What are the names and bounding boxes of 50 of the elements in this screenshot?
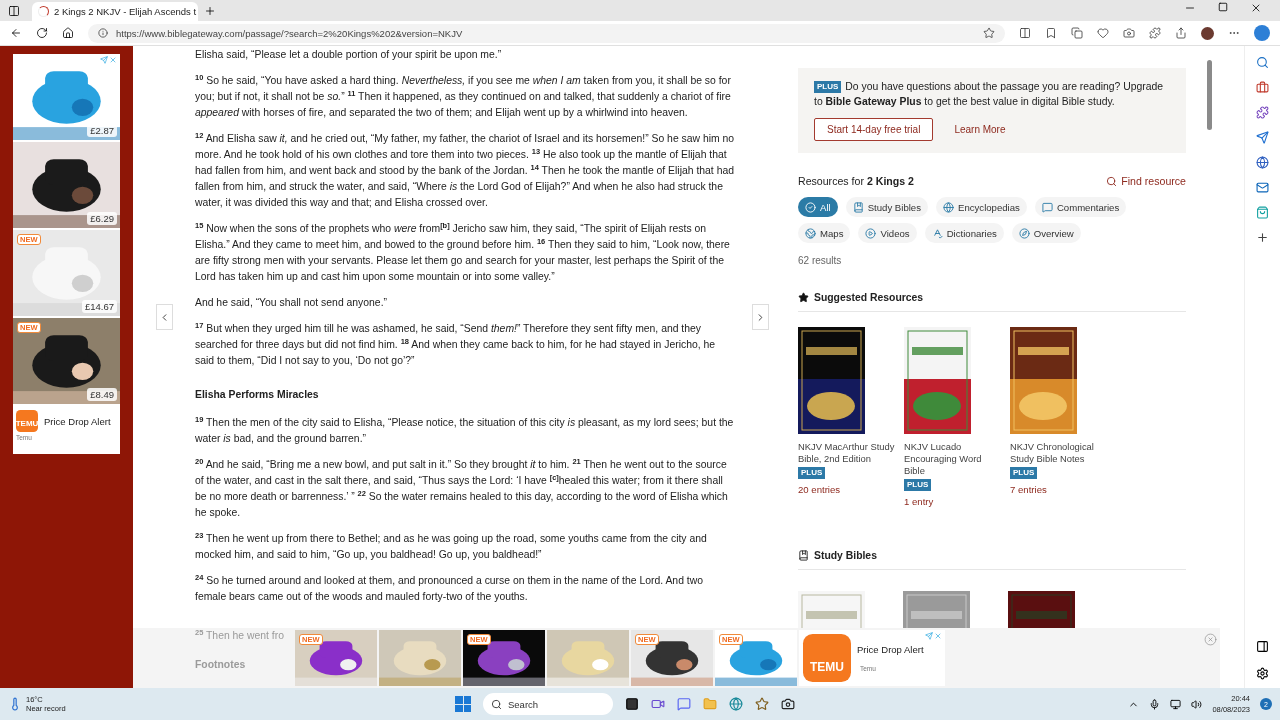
plus-badge: PLUS [798,467,826,479]
browser-tab[interactable]: 2 Kings 2 NKJV - Elijah Ascends t [32,2,198,21]
trial-button[interactable]: Start 14-day free trial [814,118,934,141]
ad-title[interactable]: Price Drop Alert [857,644,924,655]
filter-chip[interactable]: Maps [798,223,851,243]
verse-paragraph: $^{12}$ And Elisha saw it, and he cried out, “My father, my father, the chariot of Israel and its horsemen!” So he saw him no more. And he took hold of his own clothes and tore them into two pieces. $^{13}$ He also took up the mantle of Elijah that had fallen from him, and went back and stood by the bank of the Jordan. $^{14}$ Then he took the mantle of Elijah that had fallen from him, and struck the water, and said, “Where is the Lord God of Elijah?” And when he also had struck the water, it was divided this way and that; and Elisha crossed over. [195,131,735,210]
taskbar-search[interactable]: Search [483,693,613,715]
book-title[interactable]: NKJV MacArthur Study Bible, 2nd Edition [798,441,898,465]
entries-link[interactable]: 20 entries [798,484,866,496]
plus-badge: PLUS [904,479,932,491]
verse-paragraph: $^{23}$ Then he went up from there to Bethel; and as he was going up the road, some youths came from the city and mocked him, and said to him, “Go up, you baldhead! Go up, you baldhead!” [195,531,708,562]
section-title: Study Bibles [814,550,877,561]
results-count: 62 results [798,255,843,266]
filter-chip[interactable]: Dictionaries [924,223,1004,243]
verse-paragraph: $^{20}$ And he said, “Bring me a new bowl, and put salt in it.” So they brought it to him. $^{21}$ Then he went out to the source of the water, and cast in the salt there, and said, “Thus says the Lord: ‘I have $^{[c]}$healed this water; from it there shall be no more death or barrenness.’ ” $^{22}$ So the water remains healed to this day, according to the word of Elisha which he spoke. [195,457,729,520]
verse-paragraph: $^{10}$ So he said, “You have asked a hard thing. Nevertheless, if you see me when I am taken from you, it shall be so for you; but if not, it shall not be so.” $^{11}$ Then it happened, as they continued on and talked, that suddenly a chariot of fire appeared with horses of fire, and separated the two of them; and Elijah went up by a whirlwind into heaven. [195,73,732,120]
price-label: £14.67 [81,300,117,313]
verse-paragraph: Elisha said, “Please let a double portion of your spirit be upon me.” [195,48,503,62]
entries-link[interactable]: 1 entry [904,496,972,508]
filter-chip[interactable]: Study Bibles [845,197,928,217]
section-heading: Elisha Performs Miracles [195,388,320,402]
filter-chip[interactable]: Videos [858,223,917,243]
verse-paragraph: $^{17}$ But when they urged him till he was ashamed, he said, “Send them!” Therefore they sent fifty men, and they searched for three days but did not find him. $^{18}$ And when they came back to him, for he had stayed in Jericho, he said to them, “Did I not say to you, ‘Do not go’?” [195,321,717,368]
resources-title: Resources for 2 Kings 2 [798,175,914,187]
verse-paragraph: And he said, “You shall not send anyone.” [195,296,388,310]
ad-title[interactable]: Price Drop Alert [44,415,111,427]
faded-verse: $^{25}$ Then he went fro [195,630,285,641]
filter-chip[interactable]: Encyclopedias [936,197,1027,217]
filter-chip[interactable]: All [798,197,838,217]
footnotes-heading: Footnotes [195,659,247,670]
brand-logo: TEMU [803,634,851,682]
plus-badge: PLUS [1010,467,1038,479]
price-label: £2.87 [87,124,117,137]
book-title[interactable]: NKJV Chronological Study Bible Notes [1010,441,1110,465]
price-label: £8.49 [87,388,117,401]
learn-more-link[interactable]: Learn More [954,124,1006,135]
url-text: https://www.biblegateway.com/passage/?search=2%20Kings%202&version=NKJV [116,27,463,39]
brand-logo: TEMU [16,410,38,432]
find-resource-link[interactable]: Find resource [1106,175,1186,187]
verse-paragraph: $^{15}$ Now when the sons of the prophets who were from$^{[b]}$ Jericho saw him, they said, “The spirit of Elijah rests on Elisha.” And they came to meet him, and bowed to the ground before him. $^{16}$ Then they said to him, “Look now, there are fifty strong men with your servants. Please let them go and search for your master, lest perhaps the Spirit of the Lord has taken him up and cast him upon some mountain or into some valley.” [195,221,731,284]
filter-chip[interactable]: Overview [1011,223,1081,243]
section-title: Suggested Resources [814,292,924,303]
entries-link[interactable]: 7 entries [1010,484,1078,496]
book-title[interactable]: NKJV Lucado Encouraging Word Bible [904,441,1004,477]
verse-paragraph: $^{19}$ Then the men of the city said to Elisha, “Please notice, the situation of this city is pleasant, as my lord sees; but the water is bad, and the ground barren.” [195,415,735,446]
promo-text: PLUS Do you have questions about the passage you are reading? Upgrade to Bible Gateway Plus to get the best value in digital Bible study. [814,80,1165,109]
filter-chip[interactable]: Commentaries [1034,197,1127,217]
verse-paragraph: $^{24}$ So he turned around and looked at them, and pronounced a curse on them in the name of the Lord. And two female bears came out of the woods and mauled forty-two of the youths. [195,573,704,604]
address-bar[interactable]: https://www.biblegateway.com/passage/?search=2%20Kings%202&version=NKJV [88,23,1005,43]
price-label: £6.29 [87,212,117,225]
